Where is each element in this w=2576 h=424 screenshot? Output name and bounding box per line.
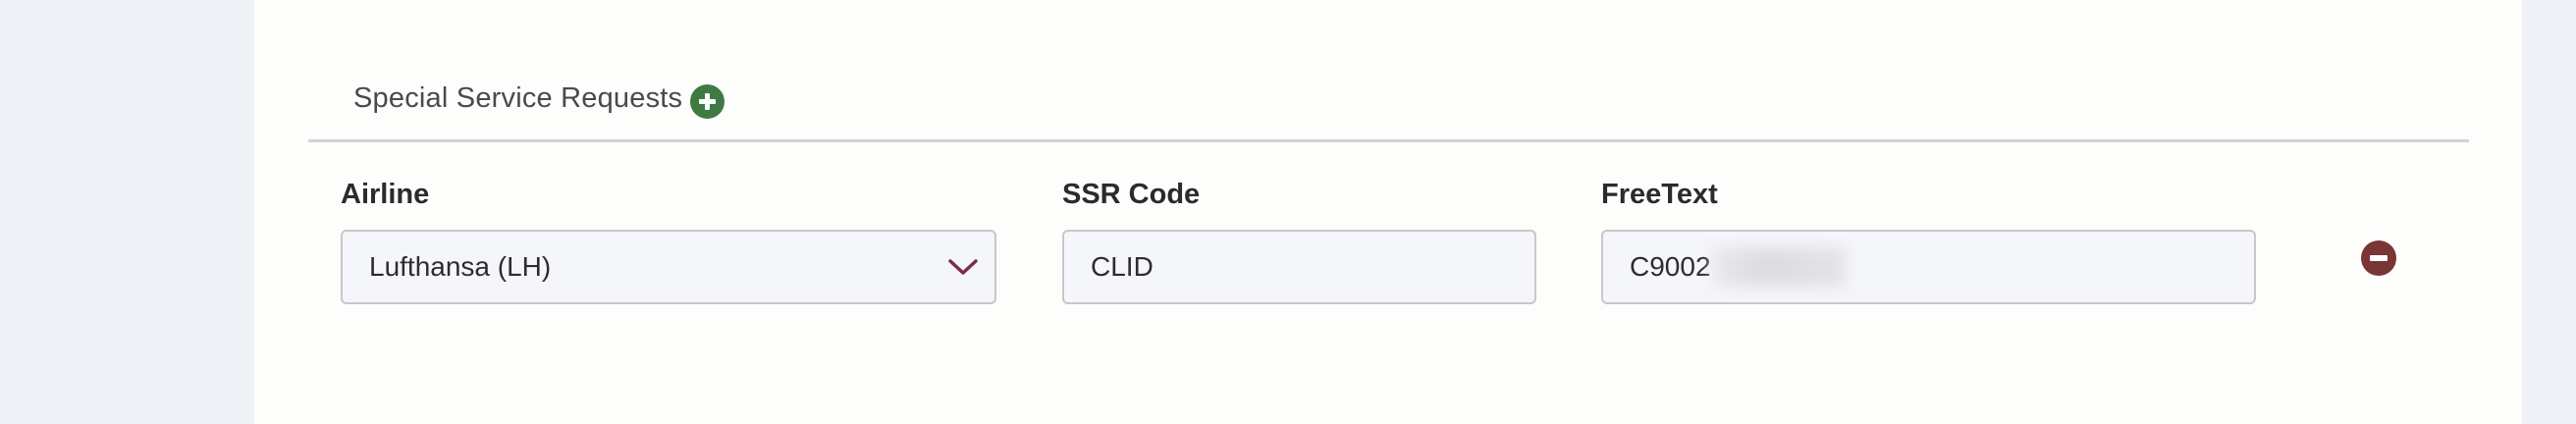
- add-ssr-button[interactable]: [690, 83, 725, 119]
- form-panel: [254, 0, 2522, 424]
- section-header: Special Service Requests: [353, 69, 725, 128]
- airline-select[interactable]: Lufthansa (LH): [341, 230, 996, 304]
- section-divider: [308, 139, 2469, 142]
- ssr-code-label: SSR Code: [1062, 179, 1201, 210]
- ssr-code-field[interactable]: CLID: [1062, 230, 1536, 304]
- freetext-label: FreeText: [1601, 179, 1718, 210]
- freetext-value: C9002: [1630, 251, 1711, 282]
- airline-select-value: Lufthansa (LH): [369, 251, 552, 282]
- airline-label: Airline: [341, 179, 430, 210]
- section-title: Special Service Requests: [353, 81, 683, 114]
- redacted-text: [1712, 247, 1846, 287]
- ssr-code-value: CLID: [1091, 251, 1154, 282]
- chevron-down-icon: [948, 259, 978, 275]
- freetext-field[interactable]: C9002: [1601, 230, 2256, 304]
- remove-ssr-button[interactable]: [2361, 240, 2396, 276]
